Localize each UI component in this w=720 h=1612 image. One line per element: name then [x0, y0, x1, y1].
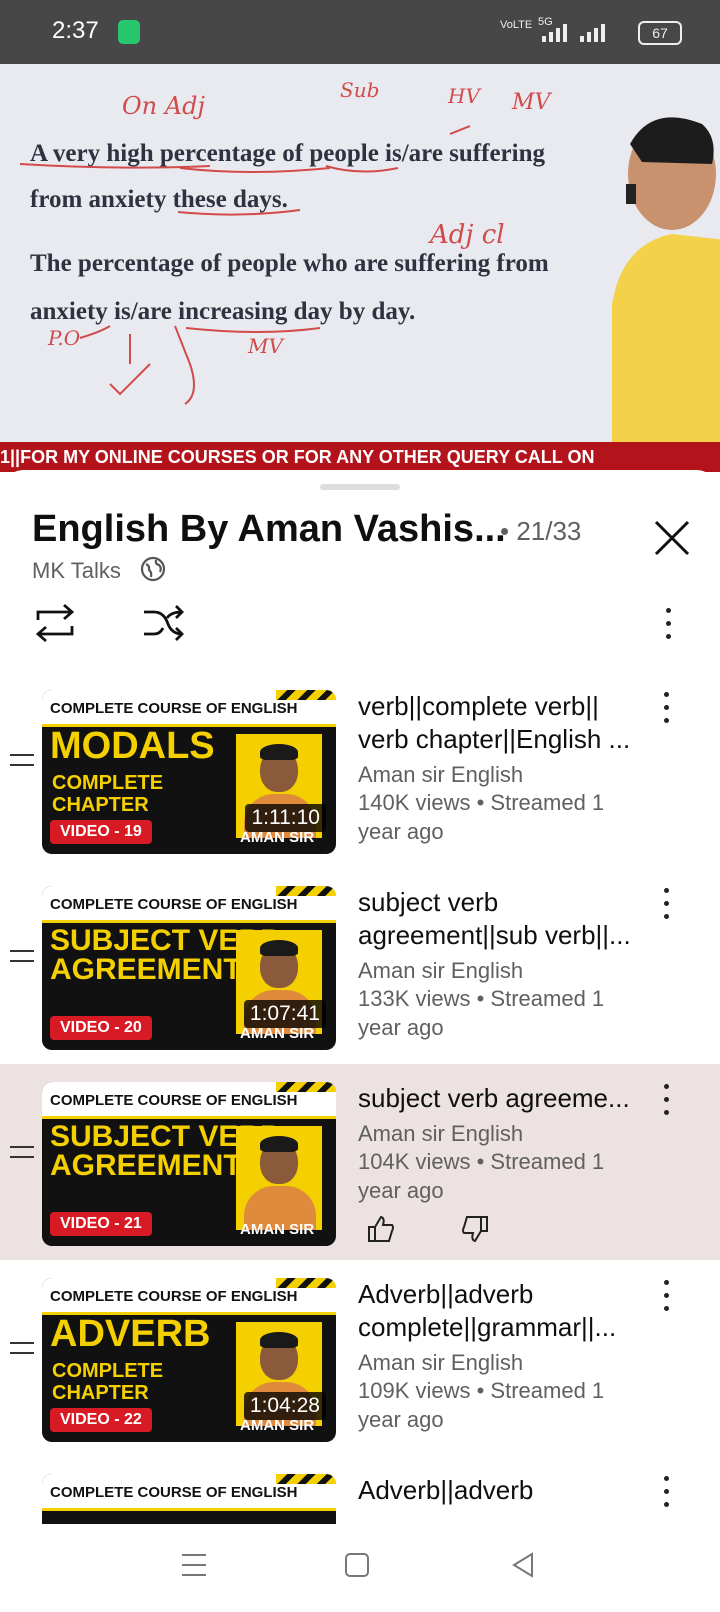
- battery-icon: 67: [638, 21, 682, 45]
- thumbnail-subtext: COMPLETE: [52, 1360, 164, 1382]
- annotation: P.O: [48, 326, 81, 350]
- video-info[interactable]: verb||complete verb|| verb chapter||Engl…: [358, 690, 648, 846]
- annotation: MV: [248, 334, 283, 358]
- video-thumbnail[interactable]: COMPLETE COURSE OF ENGLISH: [42, 1474, 336, 1524]
- video-player[interactable]: On Adj Sub HV MV A very high percentage …: [0, 64, 720, 472]
- playlist-item[interactable]: COMPLETE COURSE OF ENGLISH Adverb||adver…: [0, 1456, 720, 1524]
- video-channel: Aman sir English: [358, 1350, 524, 1375]
- public-globe-icon: [140, 556, 166, 582]
- video-number-badge: VIDEO - 21: [50, 1212, 152, 1236]
- video-meta: 140K views • Streamed 1 year ago: [358, 790, 605, 844]
- app-notification-icon: [118, 20, 140, 44]
- video-title: Adverb||adverb complete||grammar||...: [358, 1279, 617, 1342]
- video-info[interactable]: subject verb agreeme... Aman sir English…: [358, 1082, 648, 1205]
- stripe-decoration: [276, 886, 336, 896]
- video-thumbnail[interactable]: COMPLETE COURSE OF ENGLISH SUBJECT VERB …: [42, 886, 336, 1050]
- stripe-decoration: [276, 1082, 336, 1092]
- playlist-item[interactable]: COMPLETE COURSE OF ENGLISH MODALS COMPLE…: [0, 672, 720, 868]
- stripe-decoration: [276, 690, 336, 700]
- dislike-icon[interactable]: [460, 1214, 490, 1244]
- reorder-handle-icon[interactable]: [10, 1146, 34, 1166]
- system-navigation-bar: [0, 1524, 720, 1612]
- volte-icon: VoLTE: [500, 19, 533, 31]
- annotation: Adj cl: [430, 220, 505, 250]
- video-thumbnail[interactable]: COMPLETE COURSE OF ENGLISH ADVERB COMPLE…: [42, 1278, 336, 1442]
- thumbnail-banner: COMPLETE COURSE OF ENGLISH: [50, 1288, 298, 1305]
- video-number-badge: VIDEO - 20: [50, 1016, 152, 1040]
- video-channel: Aman sir English: [358, 762, 524, 787]
- red-pen-marks: [19, 125, 471, 405]
- video-meta: 133K views • Streamed 1 year ago: [358, 986, 605, 1040]
- stripe-decoration: [276, 1278, 336, 1288]
- stripe-decoration: [276, 1474, 336, 1484]
- back-icon[interactable]: [510, 1552, 536, 1578]
- shuffle-icon[interactable]: [140, 600, 186, 646]
- video-info[interactable]: Adverb||adverb: [358, 1474, 648, 1507]
- thumbnail-subtext: COMPLETE: [52, 772, 164, 794]
- playlist-position: • 21/33: [500, 516, 582, 546]
- video-meta: 109K views • Streamed 1 year ago: [358, 1378, 605, 1432]
- video-info[interactable]: subject verb agreement||sub verb||... Am…: [358, 886, 648, 1042]
- recent-apps-icon[interactable]: [180, 1552, 208, 1578]
- more-options-icon[interactable]: [656, 1280, 676, 1319]
- thumbnail-subtext: CHAPTER: [52, 794, 149, 816]
- thumbnail-banner: COMPLETE COURSE OF ENGLISH: [50, 700, 298, 717]
- more-options-icon[interactable]: [656, 692, 676, 731]
- duration-badge: 1:07:41: [243, 1000, 326, 1028]
- status-bar: 2:37 VoLTE 5G 67: [0, 0, 720, 64]
- teacher-figure: [612, 117, 720, 472]
- video-number-badge: VIDEO - 19: [50, 820, 152, 844]
- more-options-icon[interactable]: [656, 1084, 676, 1123]
- video-title: verb||complete verb|| verb chapter||Engl…: [358, 691, 631, 754]
- signal-icon: [542, 24, 605, 42]
- reorder-handle-icon[interactable]: [10, 754, 34, 774]
- thumbnail-banner: COMPLETE COURSE OF ENGLISH: [50, 1484, 298, 1501]
- video-thumbnail[interactable]: COMPLETE COURSE OF ENGLISH SUBJECT VERB …: [42, 1082, 336, 1246]
- more-options-icon[interactable]: [656, 888, 676, 927]
- video-info[interactable]: Adverb||adverb complete||grammar||... Am…: [358, 1278, 648, 1434]
- thumbnail-subtext: CHAPTER: [52, 1382, 149, 1404]
- ticker-banner: 1||FOR MY ONLINE COURSES OR FOR ANY OTHE…: [0, 442, 720, 472]
- playlist-channel[interactable]: MK Talks: [32, 558, 121, 584]
- status-time: 2:37: [52, 17, 99, 44]
- home-icon[interactable]: [344, 1552, 370, 1578]
- more-options-icon[interactable]: [658, 608, 678, 647]
- playlist-title: English By Aman Vashis...: [32, 508, 506, 550]
- duration-badge: 1:04:28: [243, 1392, 326, 1420]
- playlist-item[interactable]: COMPLETE COURSE OF ENGLISH ADVERB COMPLE…: [0, 1260, 720, 1456]
- presenter-photo: [236, 1126, 322, 1230]
- video-channel: Aman sir English: [358, 1121, 524, 1146]
- drag-handle[interactable]: [320, 484, 400, 490]
- thumbnail-banner: COMPLETE COURSE OF ENGLISH: [50, 896, 298, 913]
- thumbnail-banner: COMPLETE COURSE OF ENGLISH: [50, 1092, 298, 1109]
- video-title: Adverb||adverb: [358, 1475, 534, 1505]
- reorder-handle-icon[interactable]: [10, 1342, 34, 1362]
- video-number-badge: VIDEO - 22: [50, 1408, 152, 1432]
- loop-icon[interactable]: [32, 600, 78, 646]
- thumbnail-presenter-label: AMAN SIR: [240, 1221, 315, 1238]
- reorder-handle-icon[interactable]: [10, 950, 34, 970]
- like-icon[interactable]: [366, 1214, 396, 1244]
- playlist-item[interactable]: COMPLETE COURSE OF ENGLISH SUBJECT VERB …: [0, 868, 720, 1064]
- video-channel: Aman sir English: [358, 958, 524, 983]
- more-options-icon[interactable]: [656, 1476, 676, 1515]
- playlist-sheet: English By Aman Vashis... • 21/33 MK Tal…: [0, 470, 720, 1612]
- close-icon[interactable]: [652, 518, 692, 558]
- video-title: subject verb agreement||sub verb||...: [358, 887, 631, 950]
- playlist-item-active[interactable]: COMPLETE COURSE OF ENGLISH SUBJECT VERB …: [0, 1064, 720, 1260]
- video-thumbnail[interactable]: COMPLETE COURSE OF ENGLISH MODALS COMPLE…: [42, 690, 336, 854]
- video-meta: 104K views • Streamed 1 year ago: [358, 1149, 605, 1203]
- duration-badge: 1:11:10: [245, 804, 326, 832]
- video-title: subject verb agreeme...: [358, 1083, 630, 1113]
